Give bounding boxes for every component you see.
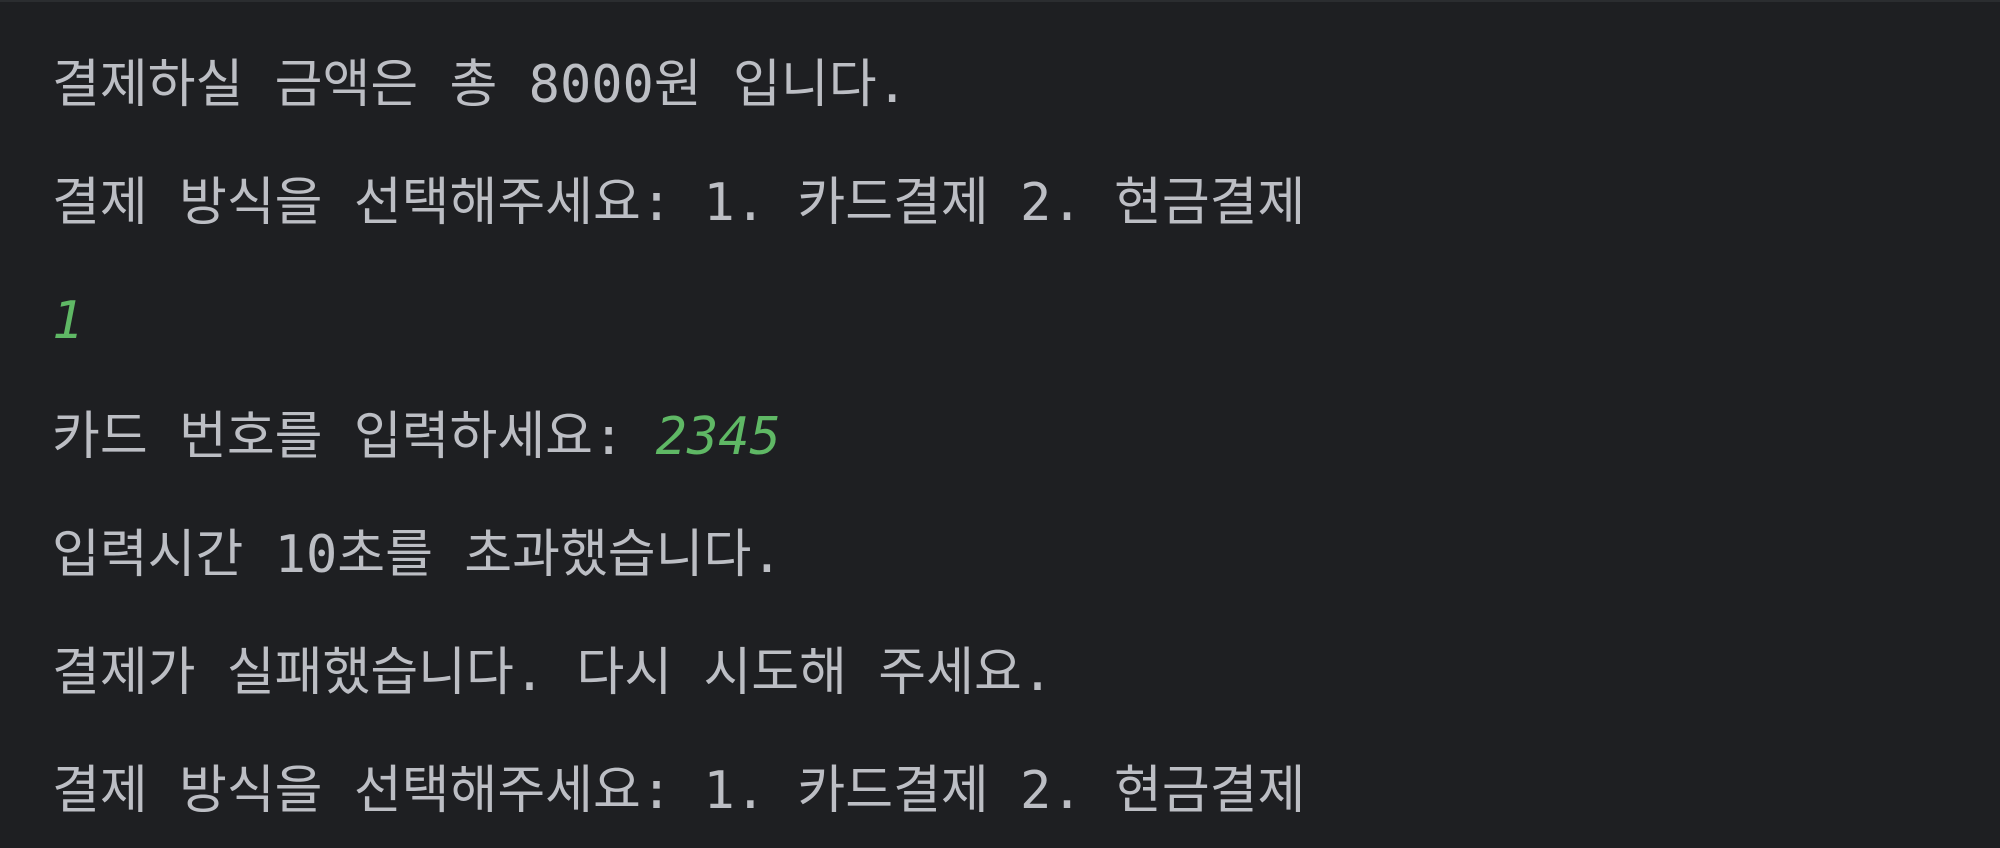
console-line-payment-prompt-repeat: 결제 방식을 선택해주세요: 1. 카드결제 2. 현금결제 — [52, 761, 1306, 821]
console-line-card-prompt: 카드 번호를 입력하세요: 2345 — [52, 402, 781, 472]
console-line-amount: 결제하실 금액은 총 8000원 입니다. — [52, 55, 908, 115]
console-line-timeout: 입력시간 10초를 초과했습니다. — [52, 525, 783, 585]
console-output-panel[interactable]: 결제하실 금액은 총 8000원 입니다. 결제 방식을 선택해주세요: 1. … — [0, 0, 2000, 848]
console-line-user-choice: 1 — [52, 286, 83, 356]
console-line-failure: 결제가 실패했습니다. 다시 시도해 주세요. — [52, 643, 1054, 703]
user-input-card-number: 2345 — [655, 407, 781, 467]
card-number-prompt: 카드 번호를 입력하세요: — [52, 407, 656, 467]
user-input-choice: 1 — [52, 291, 84, 351]
console-line-payment-prompt: 결제 방식을 선택해주세요: 1. 카드결제 2. 현금결제 — [52, 173, 1306, 233]
